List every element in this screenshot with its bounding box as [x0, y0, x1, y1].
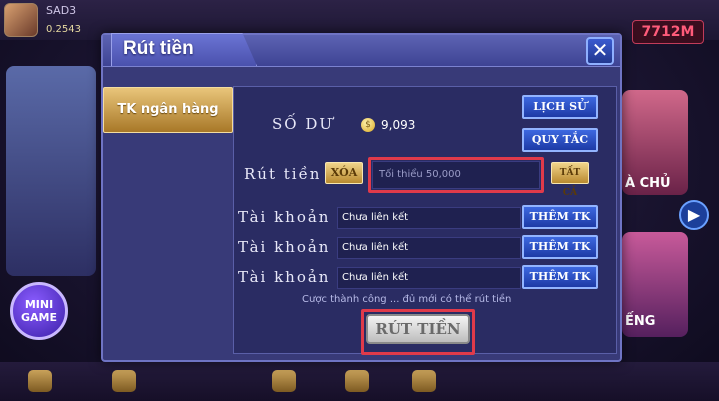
withdraw-panel: SỐ DƯ $ 9,093 LỊCH SỬ QUY TẮC Rút tiền X…	[233, 86, 617, 355]
mini-game-label-1: MINI	[24, 298, 54, 311]
add-account-button-2[interactable]: THÊM TK	[522, 235, 598, 259]
dialog-side-menu: TK ngân hàng	[103, 87, 233, 357]
account-field-2: Chưa liên kết	[337, 237, 521, 259]
account-field-1: Chưa liên kết	[337, 207, 521, 229]
dialog-title: Rút tiền	[123, 38, 194, 59]
lobby-tile-label: À CHỦ	[625, 176, 671, 191]
bottom-nav-icon[interactable]	[345, 370, 369, 392]
balance-value: 9,093	[381, 118, 416, 132]
menu-item-bank-account[interactable]: TK ngân hàng	[103, 87, 233, 133]
mini-game-label-2: GAME	[20, 311, 57, 324]
mini-game-button[interactable]: MINI GAME	[10, 282, 68, 340]
add-account-button-3[interactable]: THÊM TK	[522, 265, 598, 289]
account-label-1: Tài khoản 1	[238, 208, 349, 226]
user-coins: 0.2543	[46, 24, 81, 35]
coin-icon: $	[361, 118, 375, 132]
user-avatar[interactable]	[4, 3, 38, 37]
clear-button[interactable]: XÓA	[325, 162, 363, 184]
withdraw-dialog: Rút tiền ✕ TK ngân hàng SỐ DƯ $ 9,093 LỊ…	[101, 33, 622, 362]
withdraw-label: Rút tiền	[244, 165, 322, 183]
all-button[interactable]: TẤT CẢ	[551, 162, 589, 198]
amount-input[interactable]: Tối thiểu 50,000	[372, 161, 540, 189]
bottom-nav-icon[interactable]	[28, 370, 52, 392]
history-button[interactable]: LỊCH SỬ	[522, 95, 598, 119]
bottom-nav-icon[interactable]	[412, 370, 436, 392]
username: SAD3	[46, 4, 77, 17]
jackpot-banner: 7712M	[632, 20, 704, 44]
close-icon[interactable]: ✕	[586, 37, 614, 65]
dialog-header: Rút tiền ✕	[103, 33, 620, 67]
balance-label: SỐ DƯ	[272, 115, 335, 133]
account-field-3: Chưa liên kết	[337, 267, 521, 289]
lobby-game-tile[interactable]	[6, 66, 96, 276]
lobby-tile-label: ẾNG	[625, 314, 656, 329]
account-label-3: Tài khoản 3	[238, 268, 349, 286]
bottom-nav-icon[interactable]	[112, 370, 136, 392]
scroll-right-icon[interactable]: ▶	[679, 200, 709, 230]
bottom-nav-icon[interactable]	[272, 370, 296, 392]
withdraw-submit-button[interactable]: RÚT TIỀN	[366, 314, 470, 344]
rules-button[interactable]: QUY TẮC	[522, 128, 598, 152]
add-account-button-1[interactable]: THÊM TK	[522, 205, 598, 229]
wagering-note: Cược thành công ... đủ mới có thể rút ti…	[302, 294, 512, 305]
account-label-2: Tài khoản 2	[238, 238, 349, 256]
